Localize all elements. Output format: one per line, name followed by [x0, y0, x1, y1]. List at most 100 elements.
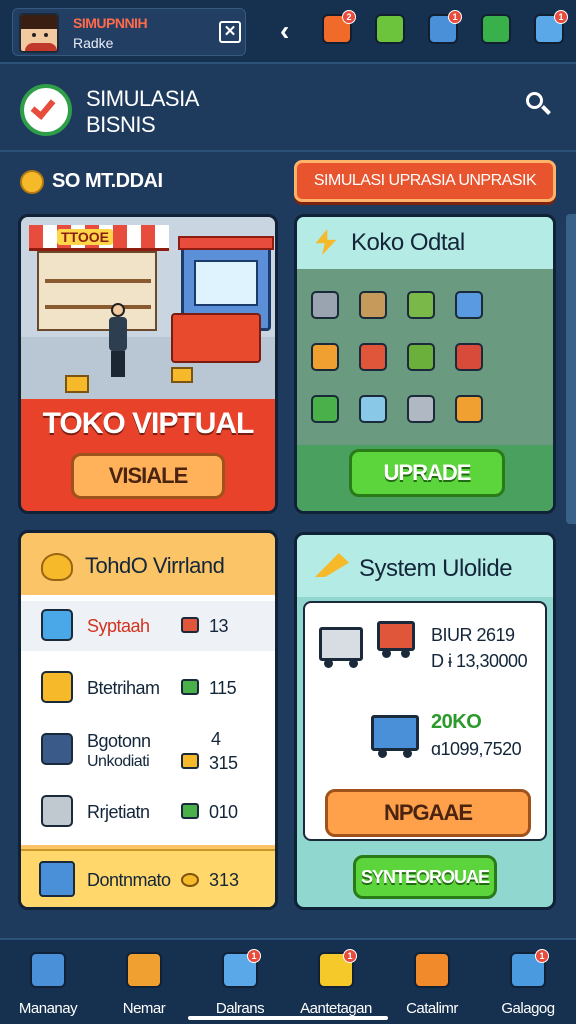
pencil-icon	[126, 952, 162, 988]
digital-card-title: Koko Odtal	[351, 229, 465, 256]
notification-badge: 1	[343, 949, 357, 963]
mail-icon: 1	[318, 949, 357, 988]
package-icon[interactable]: 1	[428, 10, 462, 44]
list-item[interactable]: Syptaah 13	[21, 601, 275, 651]
list-item[interactable]: Btetriham 115	[21, 663, 275, 713]
app-header: SIMULASIA BISNIS	[0, 66, 576, 152]
grid-icon	[414, 952, 450, 988]
system-card-title: System Ulolide	[359, 555, 513, 582]
simulation-button[interactable]: SIMULASI UPRASIA UNPRASIK	[294, 160, 556, 202]
fridge-item-icon[interactable]	[359, 395, 387, 423]
nav-label: Galagog	[501, 1000, 555, 1017]
system-line-1: BIUR 2619	[431, 625, 515, 645]
list-item-value: 315	[209, 753, 238, 773]
visit-store-button[interactable]: VISIALE	[71, 453, 225, 499]
cash-register-icon	[371, 715, 419, 758]
crate-item-icon[interactable]	[359, 291, 387, 319]
list-footer-row[interactable]: Dontnmato 313	[21, 849, 275, 907]
chart-icon[interactable]: 1	[534, 10, 568, 44]
home-indicator[interactable]	[188, 1016, 388, 1020]
app-logo-icon	[20, 84, 72, 136]
system-panel: BIUR 2619 D ɨ 13,30000 20KO ɑ1099,7520 N…	[303, 601, 547, 841]
section-label: SO MT.DDAI	[52, 170, 163, 192]
next-card-edge[interactable]	[566, 214, 576, 524]
system-line-3: 20KO	[431, 711, 482, 733]
system-line-4: ɑ1099,7520	[431, 739, 522, 759]
nav-label: Aantetagan	[300, 1000, 372, 1017]
map-icon: 1	[222, 949, 261, 988]
profile-name: SIMUPNNIH	[73, 15, 148, 31]
list-item-value-top: 4	[211, 729, 221, 749]
cart-item-icon[interactable]	[455, 291, 483, 319]
grocery-cart-icon[interactable]	[407, 343, 435, 371]
list-item-label: Bgotonn	[87, 731, 151, 751]
store-card-title: TOKO VIPTUAL	[42, 407, 255, 440]
atm-item-icon[interactable]	[407, 395, 435, 423]
resource-list: Syptaah 13 Btetriham 115 Bgotonn Unkodiati 4 31…	[21, 595, 275, 845]
cube-item-icon[interactable]	[359, 343, 387, 371]
gem-icon	[181, 753, 199, 769]
list-card-title: TohdO Virrland	[85, 553, 225, 578]
system-card: System Ulolide BIUR 2619 D ɨ 13,30000 20…	[294, 532, 556, 910]
register-item-icon[interactable]	[311, 343, 339, 371]
nav-label: Nemar	[122, 1000, 166, 1017]
nav-dalrans[interactable]: 1 Dalrans	[192, 948, 288, 1024]
fruit-crate-icon[interactable]	[455, 343, 483, 371]
box-icon	[39, 861, 75, 897]
money-icon[interactable]	[481, 14, 511, 44]
gem-icon	[181, 803, 199, 819]
produce-basket-icon[interactable]	[407, 291, 435, 319]
footer-value: 313	[209, 870, 240, 890]
store-sign: TTOOE	[57, 229, 113, 245]
checklist-icon[interactable]	[375, 14, 405, 44]
system-upgrade-button[interactable]: NPGAAE	[325, 789, 531, 837]
bottom-nav: Mananay Nemar 1 Dalrans 1 Aantetagan Catalimr 1…	[0, 938, 576, 1024]
coin-icon	[20, 170, 44, 194]
footer-label: Dontnmato	[87, 870, 171, 890]
nav-galagog[interactable]: 1 Galagog	[480, 948, 576, 1024]
avatar[interactable]	[19, 13, 59, 53]
notification-badge: 1	[448, 10, 462, 24]
list-item[interactable]: Bgotonn Unkodiati 4 315	[21, 725, 275, 775]
home-icon	[30, 952, 66, 988]
notification-badge: 1	[554, 10, 568, 24]
gem-icon	[181, 679, 199, 695]
virtual-store-card[interactable]: TTOOE TOKO VIPTUAL VISIALE	[18, 214, 278, 514]
shopping-cart-icon	[319, 627, 363, 668]
nav-home[interactable]: Mananay	[0, 948, 96, 1024]
back-chevron-icon[interactable]: ‹	[280, 14, 289, 48]
nav-catalimr[interactable]: Catalimr	[384, 948, 480, 1024]
cash-item-icon[interactable]	[455, 395, 483, 423]
digital-store-card[interactable]: Koko Odtal UPRADE	[294, 214, 556, 514]
server-item-icon[interactable]	[311, 291, 339, 319]
upgrade-button[interactable]: UPRADE	[349, 449, 505, 497]
store-list-card: TohdO Virrland Syptaah 13 Btetriham 115 Bgot…	[18, 530, 278, 910]
top-bar: SIMUPNNIH Radke ✕ ‹ 2 1 1	[0, 0, 576, 64]
search-icon[interactable]	[526, 92, 551, 116]
system-action-button[interactable]: SYNTEOROUAE	[353, 855, 497, 899]
nav-label: Dalrans	[215, 1000, 265, 1017]
profile-subtitle: Radke	[73, 35, 114, 51]
resource-icon	[41, 609, 73, 641]
list-item-sublabel: Unkodiati	[87, 753, 150, 770]
nav-label: Mananay	[18, 1000, 78, 1017]
list-item-label: Syptaah	[87, 616, 150, 636]
list-item-value: 010	[209, 802, 238, 822]
resource-icon	[41, 795, 73, 827]
nav-nemar[interactable]: Nemar	[96, 948, 192, 1024]
list-icon: 1	[510, 949, 549, 988]
money-bag-icon	[41, 553, 73, 581]
close-icon[interactable]: ✕	[219, 21, 241, 43]
notification-badge: 1	[535, 949, 549, 963]
arcade-item-icon[interactable]	[311, 395, 339, 423]
resource-icon	[41, 733, 73, 765]
coin-icon	[181, 873, 199, 887]
app-title: SIMULASIA BISNIS	[86, 86, 199, 137]
list-item-value: 115	[209, 678, 237, 698]
store-illustration: TTOOE	[21, 217, 275, 399]
nav-aantetagan[interactable]: 1 Aantetagan	[288, 948, 384, 1024]
profile-card[interactable]: SIMUPNNIH Radke ✕	[12, 8, 246, 56]
list-item-label: Btetriham	[87, 678, 160, 698]
fire-icon[interactable]: 2	[322, 10, 356, 44]
list-item[interactable]: Rrjetiatn 010	[21, 787, 275, 837]
